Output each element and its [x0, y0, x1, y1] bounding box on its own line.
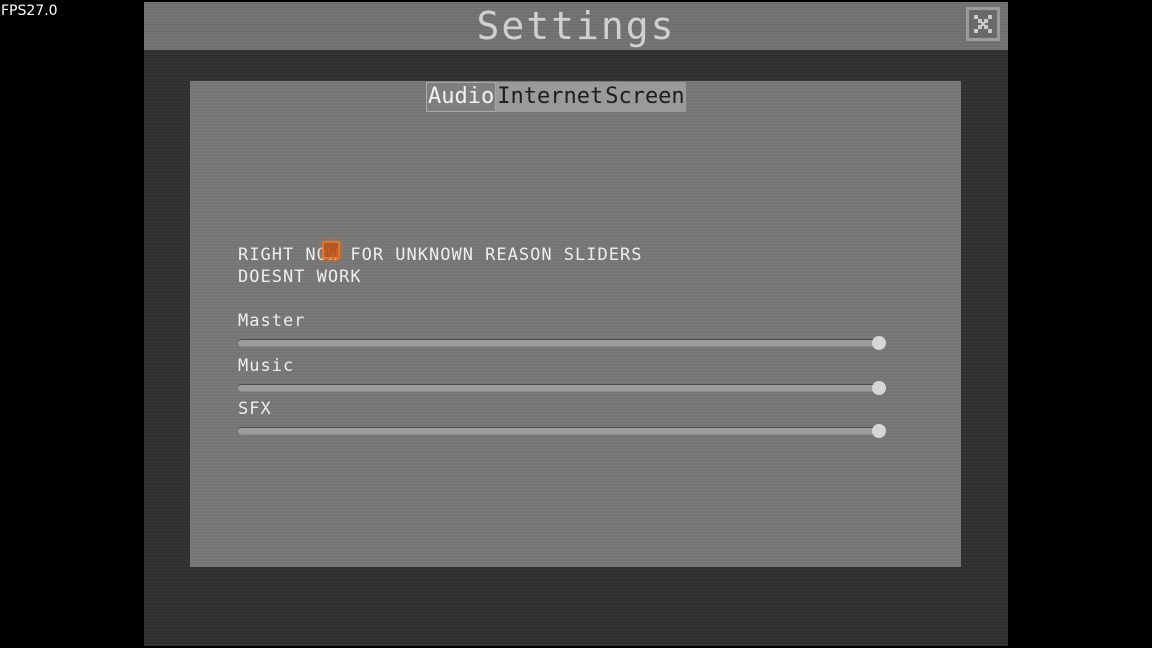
sfx-volume-slider[interactable] [238, 424, 886, 438]
tab-audio[interactable]: Audio [426, 82, 497, 112]
close-icon [974, 15, 992, 33]
music-volume-slider[interactable] [238, 381, 886, 395]
sfx-slider-thumb[interactable] [872, 424, 886, 438]
master-slider-label: Master [238, 311, 306, 331]
master-volume-slider[interactable] [238, 336, 886, 350]
master-slider-thumb[interactable] [872, 336, 886, 350]
fps-counter: FPS27.0 [1, 3, 58, 19]
music-slider-label: Music [238, 356, 295, 376]
settings-panel: Audio Internet Screen RIGHT NOW FOR UNKN… [190, 81, 961, 567]
window-title: Settings [476, 4, 676, 48]
music-slider-thumb[interactable] [872, 381, 886, 395]
sfx-slider-fill [238, 428, 879, 434]
tab-bar: Audio Internet Screen [426, 82, 686, 112]
close-button[interactable] [966, 7, 1000, 41]
sfx-slider-label: SFX [238, 399, 272, 419]
tab-screen[interactable]: Screen [604, 82, 686, 112]
master-slider-fill [238, 340, 879, 346]
settings-window: Settings Audio Internet Screen RIGHT NOW… [144, 2, 1008, 646]
tab-internet[interactable]: Internet [496, 82, 605, 112]
music-slider-fill [238, 385, 879, 391]
title-bar: Settings [144, 2, 1008, 50]
slider-notice-text: RIGHT NOW FOR UNKNOWN REASON SLIDERS DOE… [238, 245, 643, 287]
mouse-cursor-icon [322, 241, 340, 259]
